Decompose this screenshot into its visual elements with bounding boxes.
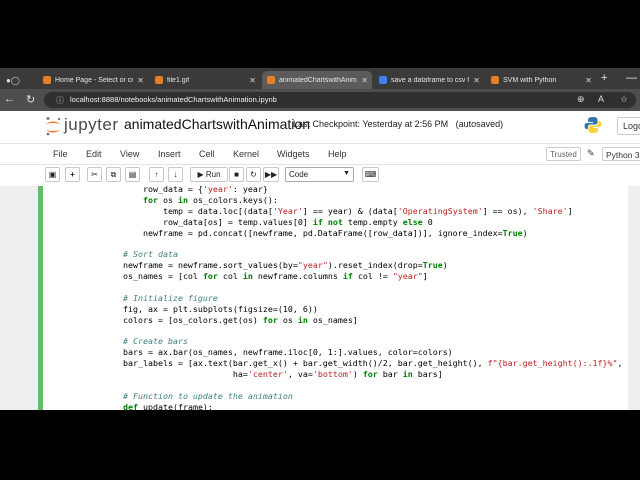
code-line: bar_labels = [ax.text(bar.get_x() + bar.… [123,358,623,369]
notebook-toolbar: ▣ + ✂ ⧉ ▤ ↑ ↓ ▶ Run ■ ↻ ▶▶ Code ▼ ⌨ [0,165,640,185]
keyboard-icon[interactable]: ⌨ [362,167,379,182]
code-line: for os in os_colors.keys(): [142,194,278,205]
tab-home-page[interactable]: Home Page - Select or create ✕ [38,71,148,89]
copy-icon[interactable]: ⧉ [106,167,121,182]
code-line: newframe = pd.concat([newframe, pd.DataF… [123,227,528,238]
jupyter-brand[interactable]: jupyter [64,115,119,135]
tab-favicon-icon [155,76,163,84]
insert-cell-icon[interactable]: + [65,167,80,182]
chevron-down-icon: ▼ [343,170,350,177]
tab-file1-gif[interactable]: file1.gif ✕ [150,71,260,89]
close-icon[interactable]: ✕ [137,76,144,85]
menu-help[interactable]: Help [328,149,347,159]
close-icon[interactable]: ✕ [585,76,592,85]
menu-edit[interactable]: Edit [86,149,102,159]
code-line: newframe = newframe.sort_values(by="year… [123,260,448,271]
edit-pencil-icon[interactable]: ✎ [587,148,595,159]
code-line: fig, ax = plt.subplots(figsize=(10, 6)) [123,303,318,314]
read-aloud-icon[interactable]: A [598,94,604,104]
menu-widgets[interactable]: Widgets [277,149,310,159]
checkpoint-text: Last Checkpoint: Yesterday at 2:56 PM [293,119,449,129]
interrupt-icon[interactable]: ■ [229,167,244,182]
cut-icon[interactable]: ✂ [87,167,102,182]
code-line: # Initialize figure [123,292,218,303]
code-line: row_data = {'year': year} [123,184,268,194]
close-icon[interactable]: ✕ [361,76,368,85]
code-line: temp = data.loc[(data['Year'] == year) &… [123,205,573,216]
info-icon[interactable]: ⓘ [56,95,64,106]
jupyter-logo-icon[interactable] [45,116,61,136]
menu-view[interactable]: View [120,149,139,159]
tab-save-dataframe[interactable]: save a dataframe to csv file ✕ [374,71,484,89]
code-line: colors = [os_colors.get(os) for os in os… [123,314,358,325]
code-line: os_names = [col for col in newframe.colu… [123,271,428,282]
code-line: bars = ax.bar(os_names, newframe.iloc[0,… [123,347,453,358]
menu-insert[interactable]: Insert [158,149,181,159]
code-line: row_data[os] = temp.values[0] if not tem… [123,216,433,227]
address-bar: ← ↻ ⓘ localhost:8888/notebooks/animatedC… [0,89,640,111]
restart-icon[interactable]: ↻ [246,167,261,182]
tab-favicon-icon [43,76,51,84]
cell-edit-indicator [38,186,43,410]
code-line: # Sort data [123,249,178,260]
tab-favicon-icon [379,76,387,84]
notebook-container: row_data = {'year': year} for os in os_c… [0,184,640,410]
code-editor[interactable]: row_data = {'year': year} for os in os_c… [123,184,623,410]
url-field[interactable]: ⓘ localhost:8888/notebooks/animatedChart… [44,92,636,108]
browser-window: ●◯ Home Page - Select or create ✕ file1.… [0,68,640,410]
tab-animated-charts[interactable]: animatedChartswithAnimation ✕ [262,71,372,89]
notebook-title[interactable]: animatedChartswithAnimation [124,116,310,132]
menu-cell[interactable]: Cell [199,149,215,159]
python-logo-icon [584,117,602,133]
code-line: def update(frame): [123,401,213,410]
zoom-icon[interactable]: ⊕ [577,94,585,105]
restart-run-all-icon[interactable]: ▶▶ [263,167,279,182]
tab-favicon-icon [267,76,275,84]
menu-kernel[interactable]: Kernel [233,149,259,159]
code-cell[interactable]: row_data = {'year': year} for os in os_c… [38,184,628,410]
run-button[interactable]: ▶ Run [190,167,228,182]
checkpoint-status: Last Checkpoint: Yesterday at 2:56 PM (a… [293,119,503,129]
close-icon[interactable]: ✕ [249,76,256,85]
new-tab-button[interactable]: + [601,72,607,84]
autosave-text: (autosaved) [455,119,504,129]
tab-favicon-icon [491,76,499,84]
run-icon: ▶ [197,170,204,179]
minimize-button[interactable]: — [626,72,637,84]
kernel-indicator[interactable]: Python 3 [602,147,640,161]
move-down-icon[interactable]: ↓ [168,167,183,182]
logout-button[interactable]: Logo [617,117,640,135]
code-line: # Function to update the animation [123,390,293,401]
favorite-star-icon[interactable]: ☆ [620,94,628,105]
save-icon[interactable]: ▣ [45,167,60,182]
close-icon[interactable]: ✕ [473,76,480,85]
menu-file[interactable]: File [53,149,68,159]
back-icon[interactable]: ← [4,93,15,105]
paste-icon[interactable]: ▤ [125,167,140,182]
menu-bar: File Edit View Insert Cell Kernel Widget… [0,143,640,165]
trusted-badge[interactable]: Trusted [546,147,581,161]
reload-icon[interactable]: ↻ [26,93,35,106]
code-line: # Create bars [123,336,188,347]
tab-bar: ●◯ Home Page - Select or create ✕ file1.… [0,68,640,89]
tab-group-icon[interactable]: ●◯ [4,71,34,89]
move-up-icon[interactable]: ↑ [149,167,164,182]
cell-type-select[interactable]: Code ▼ [285,167,354,182]
jupyter-header: jupyter animatedChartswithAnimation Last… [0,111,640,143]
code-line: ha='center', va='bottom') for bar in bar… [123,369,443,380]
tab-svm-python[interactable]: SVM with Python ✕ [486,71,596,89]
